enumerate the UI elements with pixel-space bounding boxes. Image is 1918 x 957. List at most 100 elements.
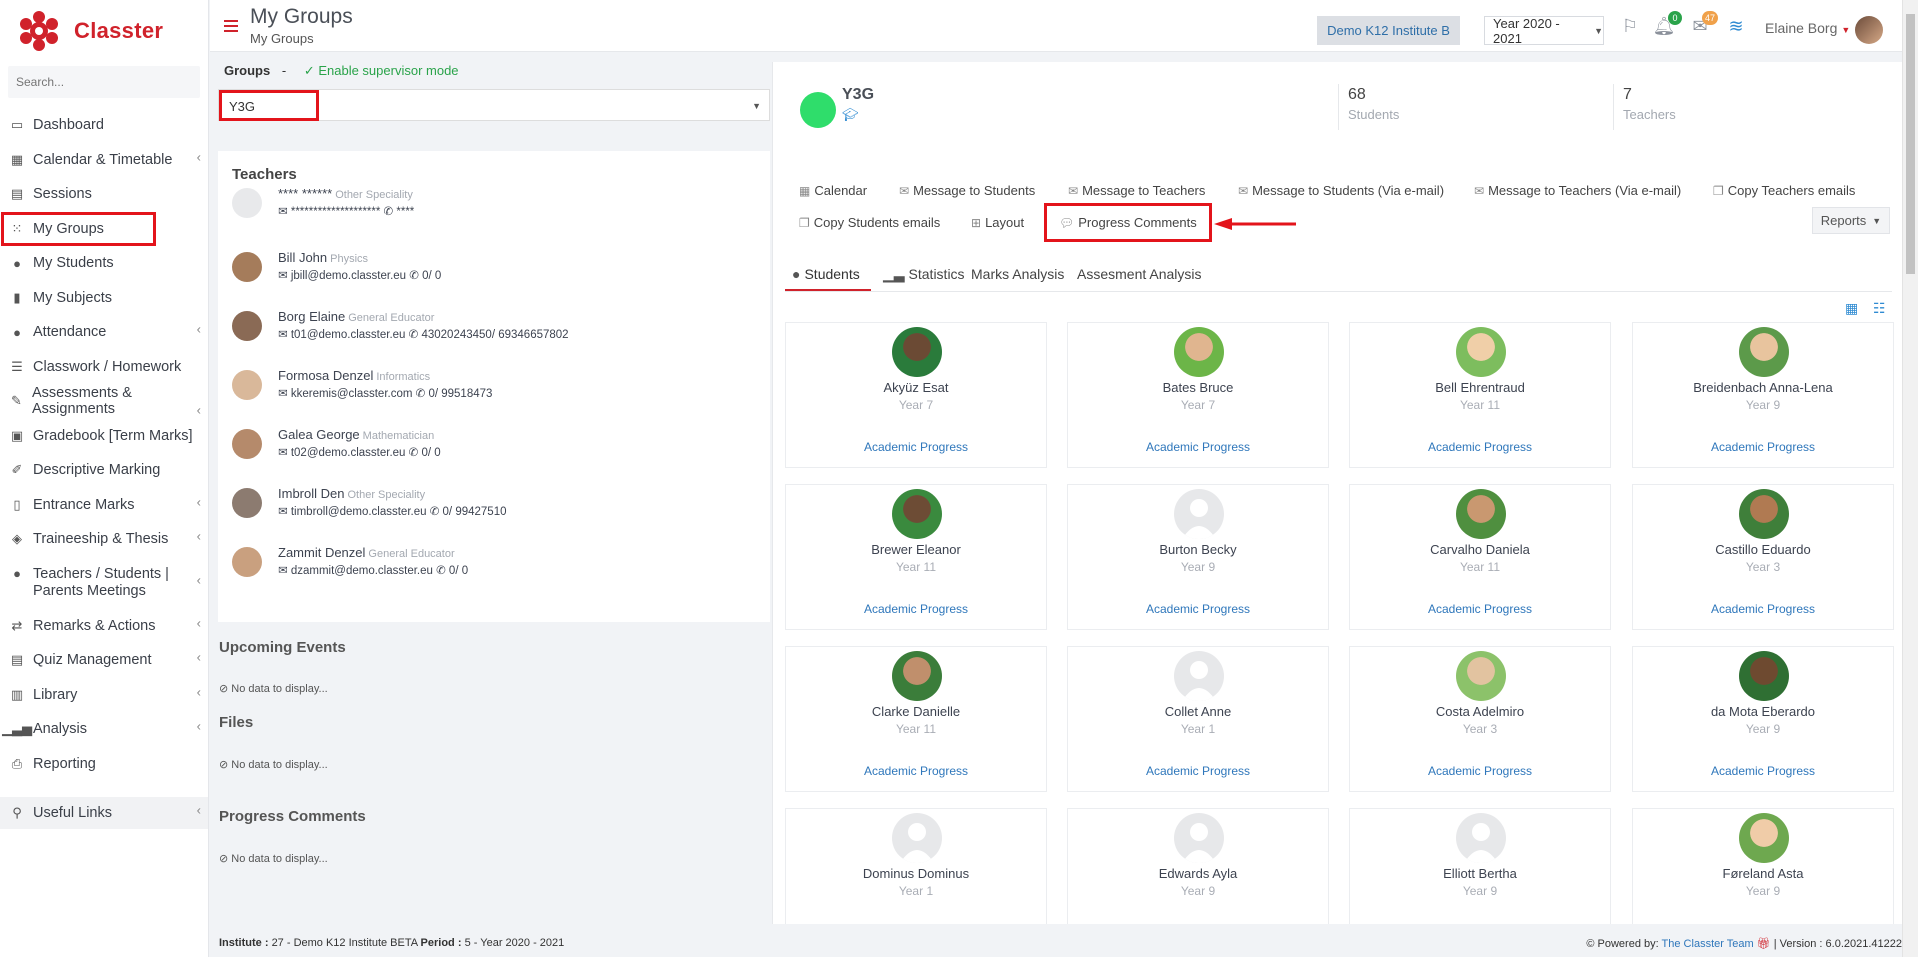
tab-statistics[interactable]: ▁▃ Statistics	[883, 266, 965, 283]
student-name[interactable]: Castillo Eduardo	[1633, 542, 1893, 557]
sidebar-item-my-groups[interactable]: ⁙ My Groups	[1, 211, 156, 246]
sidebar-item-useful-links[interactable]: ⚲ Useful Links ‹	[0, 797, 208, 829]
group-select[interactable]: Y3G ▼	[218, 89, 770, 121]
teacher-item[interactable]: **** ****** Other Speciality ✉ ***********…	[232, 186, 752, 232]
sidebar-item-my-students[interactable]: ● My Students	[0, 246, 208, 281]
academic-progress-link[interactable]: Academic Progress	[786, 440, 1046, 454]
student-name[interactable]: Akyüz Esat	[786, 380, 1046, 395]
student-name[interactable]: Dominus Dominus	[786, 866, 1046, 881]
student-name[interactable]: Costa Adelmiro	[1350, 704, 1610, 719]
student-name[interactable]: Brewer Eleanor	[786, 542, 1046, 557]
menu-toggle-icon[interactable]	[224, 20, 238, 32]
bell-icon[interactable]: 🔔︎ 0	[1652, 11, 1682, 40]
student-card[interactable]: Bates Bruce Year 7 Academic Progress	[1067, 322, 1329, 468]
academic-progress-link[interactable]: Academic Progress	[1068, 440, 1328, 454]
teacher-name[interactable]: Zammit Denzel	[278, 545, 365, 560]
sidebar-item-gradebook[interactable]: ▣ Gradebook [Term Marks]	[0, 419, 208, 454]
layout-action[interactable]: ⊞ Layout	[971, 215, 1024, 230]
academic-progress-link[interactable]: Academic Progress	[1068, 764, 1328, 778]
teacher-item[interactable]: Galea George Mathematician ✉ t02@demo.clas…	[232, 427, 752, 473]
sidebar-item-quiz[interactable]: ▤ Quiz Management ‹	[0, 643, 208, 678]
student-card[interactable]: Costa Adelmiro Year 3 Academic Progress	[1349, 646, 1611, 792]
institute-button[interactable]: Demo K12 Institute B	[1317, 16, 1460, 45]
teacher-name[interactable]: Imbroll Den	[278, 486, 344, 501]
user-avatar[interactable]	[1855, 16, 1883, 44]
student-card[interactable]: Clarke Danielle Year 11 Academic Progress	[785, 646, 1047, 792]
student-name[interactable]: Bates Bruce	[1068, 380, 1328, 395]
student-card[interactable]: Føreland Asta Year 9	[1632, 808, 1894, 924]
sidebar-item-reporting[interactable]: ⎙ Reporting	[0, 747, 208, 782]
sidebar-item-traineeship[interactable]: ◈ Traineeship & Thesis ‹	[0, 522, 208, 557]
teacher-item[interactable]: Formosa Denzel Informatics ✉ kkeremis@clas…	[232, 368, 752, 414]
student-card[interactable]: Brewer Eleanor Year 11 Academic Progress	[785, 484, 1047, 630]
academic-progress-link[interactable]: Academic Progress	[1350, 764, 1610, 778]
academic-progress-link[interactable]: Academic Progress	[786, 764, 1046, 778]
student-card[interactable]: Dominus Dominus Year 1	[785, 808, 1047, 924]
student-name[interactable]: Føreland Asta	[1633, 866, 1893, 881]
sidebar-item-entrance-marks[interactable]: ▯ Entrance Marks ‹	[0, 488, 208, 523]
year-select[interactable]: Year 2020 - 2021 ▼	[1484, 16, 1604, 46]
sidebar-item-sessions[interactable]: ▤ Sessions	[0, 177, 208, 212]
student-card[interactable]: Edwards Ayla Year 9	[1067, 808, 1329, 924]
academic-progress-link[interactable]: Academic Progress	[1633, 602, 1893, 616]
student-card[interactable]: da Mota Eberardo Year 9 Academic Progress	[1632, 646, 1894, 792]
sidebar-item-meetings[interactable]: ● Teachers / Students | Parents Meetings ‹	[0, 557, 208, 609]
student-card[interactable]: Burton Becky Year 9 Academic Progress	[1067, 484, 1329, 630]
teacher-name[interactable]: Bill John	[278, 250, 327, 265]
tab-students[interactable]: ● Students	[792, 266, 860, 282]
student-card[interactable]: Bell Ehrentraud Year 11 Academic Progress	[1349, 322, 1611, 468]
student-card[interactable]: Akyüz Esat Year 7 Academic Progress	[785, 322, 1047, 468]
student-name[interactable]: Carvalho Daniela	[1350, 542, 1610, 557]
student-name[interactable]: Burton Becky	[1068, 542, 1328, 557]
reports-dropdown[interactable]: Reports ▼	[1812, 207, 1890, 234]
breadcrumb[interactable]: My Groups	[250, 31, 314, 46]
student-name[interactable]: Edwards Ayla	[1068, 866, 1328, 881]
student-name[interactable]: Elliott Bertha	[1350, 866, 1610, 881]
academic-progress-link[interactable]: Academic Progress	[1068, 602, 1328, 616]
tab-assesment-analysis[interactable]: Assesment Analysis	[1077, 266, 1202, 282]
list-view-icon[interactable]: ☷	[1873, 300, 1886, 317]
flag-icon[interactable]: ⚐	[1618, 16, 1642, 40]
supervisor-mode-link[interactable]: ✓ Enable supervisor mode	[304, 63, 459, 78]
brand[interactable]: Classter	[0, 0, 208, 62]
teacher-item[interactable]: Imbroll Den Other Speciality ✉ timbroll@de…	[232, 486, 752, 532]
progress-comments-action[interactable]: 💬︎ Progress Comments	[1044, 203, 1212, 242]
academic-progress-link[interactable]: Academic Progress	[1350, 440, 1610, 454]
student-name[interactable]: da Mota Eberardo	[1633, 704, 1893, 719]
student-card[interactable]: Breidenbach Anna-Lena Year 9 Academic Prog…	[1632, 322, 1894, 468]
teacher-name[interactable]: Galea George	[278, 427, 360, 442]
copy-teachers-emails-action[interactable]: ❐ Copy Teachers emails	[1713, 183, 1855, 198]
academic-progress-link[interactable]: Academic Progress	[786, 602, 1046, 616]
teacher-item[interactable]: Borg Elaine General Educator ✉ t01@demo.cl…	[232, 309, 752, 355]
teacher-name[interactable]: Formosa Denzel	[278, 368, 373, 383]
teacher-item[interactable]: Zammit Denzel General Educator ✉ dzammit@d…	[232, 545, 752, 591]
student-card[interactable]: Carvalho Daniela Year 11 Academic Progress	[1349, 484, 1611, 630]
academic-progress-link[interactable]: Academic Progress	[1350, 602, 1610, 616]
envelope-icon[interactable]: ✉ 47	[1688, 11, 1718, 40]
page-scrollbar[interactable]	[1902, 0, 1918, 957]
sidebar-item-classwork[interactable]: ☰ Classwork / Homework	[0, 350, 208, 385]
calendar-action[interactable]: ▦ Calendar	[799, 183, 867, 198]
tab-marks-analysis[interactable]: Marks Analysis	[971, 266, 1064, 282]
sidebar-item-assessments[interactable]: ✎ Assessments & Assignments ‹	[0, 384, 208, 419]
sidebar-item-analysis[interactable]: ▁▃▅ Analysis ‹	[0, 712, 208, 747]
student-card[interactable]: Castillo Eduardo Year 3 Academic Progress	[1632, 484, 1894, 630]
message-students-action[interactable]: ✉ Message to Students	[899, 183, 1035, 198]
student-card[interactable]: Collet Anne Year 1 Academic Progress	[1067, 646, 1329, 792]
sidebar-search-input[interactable]	[16, 75, 192, 89]
student-name[interactable]: Breidenbach Anna-Lena	[1633, 380, 1893, 395]
scrollbar-thumb[interactable]	[1906, 14, 1915, 274]
user-menu[interactable]: Elaine Borg ▼	[1765, 20, 1850, 36]
sidebar-item-descriptive-marking[interactable]: ✐ Descriptive Marking	[0, 453, 208, 488]
sidebar-item-remarks[interactable]: ⇄ Remarks & Actions ‹	[0, 609, 208, 644]
teacher-name[interactable]: Borg Elaine	[278, 309, 345, 324]
student-name[interactable]: Bell Ehrentraud	[1350, 380, 1610, 395]
student-name[interactable]: Clarke Danielle	[786, 704, 1046, 719]
grid-view-icon[interactable]: ▦	[1845, 300, 1858, 317]
sidebar-item-my-subjects[interactable]: ▮ My Subjects	[0, 281, 208, 316]
academic-progress-link[interactable]: Academic Progress	[1633, 440, 1893, 454]
student-name[interactable]: Collet Anne	[1068, 704, 1328, 719]
sidebar-item-dashboard[interactable]: ▭ Dashboard	[0, 108, 208, 143]
teacher-item[interactable]: Bill John Physics ✉ jbill@demo.classter.eu…	[232, 250, 752, 296]
message-teachers-action[interactable]: ✉ Message to Teachers	[1068, 183, 1205, 198]
